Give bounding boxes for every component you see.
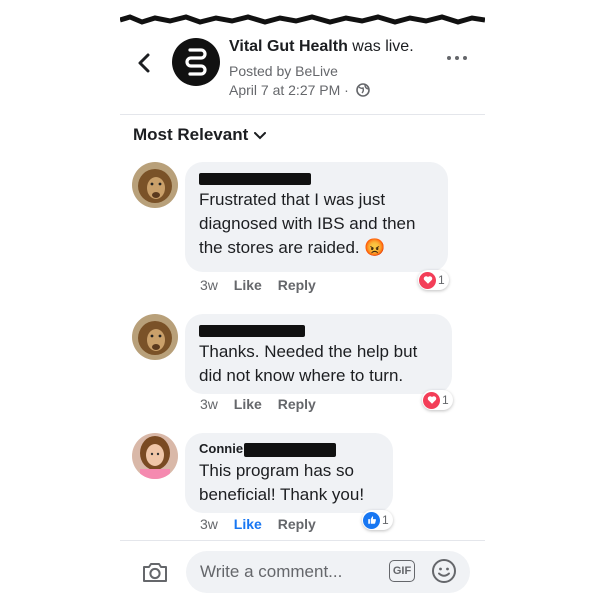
- lion-avatar-image: [132, 314, 178, 360]
- heart-reaction-icon: [419, 271, 436, 289]
- smiley-icon[interactable]: [431, 558, 457, 584]
- back-arrow-icon[interactable]: [134, 52, 156, 74]
- reply-button[interactable]: Reply: [278, 396, 316, 412]
- gif-icon[interactable]: GIF: [389, 560, 415, 582]
- comment-author[interactable]: Connie: [199, 441, 381, 459]
- reaction-count: 1: [438, 273, 445, 287]
- like-reaction-icon: [363, 511, 380, 529]
- comment-age: 3w: [200, 516, 218, 532]
- post-action-text: was live.: [352, 38, 414, 55]
- post-header: Vital Gut Health was live. Posted by BeL…: [120, 30, 485, 115]
- comment: Frustrated that I was just diagnosed wit…: [132, 162, 482, 302]
- posted-by: Posted by BeLive: [229, 63, 338, 79]
- reaction-count: 1: [382, 513, 389, 527]
- avatar[interactable]: [132, 433, 178, 479]
- comment-age: 3w: [200, 396, 218, 412]
- reaction-badge[interactable]: 1: [418, 270, 449, 290]
- reaction-count: 1: [442, 393, 449, 407]
- like-button[interactable]: Like: [234, 277, 262, 293]
- avatar[interactable]: [132, 162, 178, 208]
- timestamp-separator: ·: [344, 82, 349, 98]
- redacted-author-name: [199, 172, 311, 185]
- more-icon[interactable]: [445, 52, 469, 64]
- comment-author[interactable]: [199, 322, 440, 340]
- comment-bubble: Frustrated that I was just diagnosed wit…: [185, 162, 448, 272]
- woman-avatar-image: [132, 433, 178, 479]
- comment-age: 3w: [200, 277, 218, 293]
- comment-input[interactable]: Write a comment... GIF: [186, 551, 470, 593]
- globe-icon: [355, 83, 370, 97]
- reaction-badge[interactable]: 1: [422, 390, 453, 410]
- post-title: Vital Gut Health was live.: [229, 38, 414, 56]
- comment: Connie This program has so beneficial! T…: [132, 433, 482, 538]
- chevron-down-icon: [254, 131, 267, 139]
- comment-text: Thanks. Needed the help but did not know…: [199, 342, 418, 385]
- sort-dropdown[interactable]: Most Relevant: [133, 125, 267, 145]
- like-button[interactable]: Like: [234, 396, 262, 412]
- comment-bubble: Thanks. Needed the help but did not know…: [185, 314, 452, 394]
- sort-label: Most Relevant: [133, 125, 249, 144]
- angry-emoji: 😡: [364, 238, 386, 257]
- lion-avatar-image: [132, 162, 178, 208]
- comment-text: Frustrated that I was just diagnosed wit…: [199, 188, 436, 260]
- comment-bubble: Connie This program has so beneficial! T…: [185, 433, 393, 513]
- redacted-author-name: [199, 324, 305, 337]
- comment-composer: Write a comment... GIF: [120, 540, 485, 601]
- reaction-badge[interactable]: 1: [362, 510, 393, 530]
- comment-actions: 3w Like Reply: [200, 277, 328, 293]
- comment: Thanks. Needed the help but did not know…: [132, 314, 482, 424]
- camera-icon[interactable]: [141, 560, 169, 584]
- comment-actions: 3w Like Reply: [200, 516, 328, 532]
- comment-actions: 3w Like Reply: [200, 396, 328, 412]
- comment-text: This program has so beneficial! Thank yo…: [199, 461, 365, 504]
- heart-reaction-icon: [423, 391, 440, 409]
- comment-author[interactable]: [199, 170, 436, 188]
- author-name: Connie: [199, 441, 244, 456]
- post-timestamp-row: April 7 at 2:27 PM ·: [229, 82, 370, 98]
- page-avatar[interactable]: [172, 38, 220, 86]
- page-name-link[interactable]: Vital Gut Health: [229, 38, 348, 55]
- gif-label: GIF: [392, 565, 412, 577]
- top-redaction-scribble: [120, 14, 485, 25]
- page-logo-icon: [185, 48, 207, 76]
- avatar[interactable]: [132, 314, 178, 360]
- reply-button[interactable]: Reply: [278, 277, 316, 293]
- like-button-active[interactable]: Like: [234, 516, 262, 532]
- reply-button[interactable]: Reply: [278, 516, 316, 532]
- redacted-author-surname: [244, 442, 337, 457]
- post-timestamp[interactable]: April 7 at 2:27 PM: [229, 82, 340, 98]
- comment-placeholder: Write a comment...: [200, 562, 343, 581]
